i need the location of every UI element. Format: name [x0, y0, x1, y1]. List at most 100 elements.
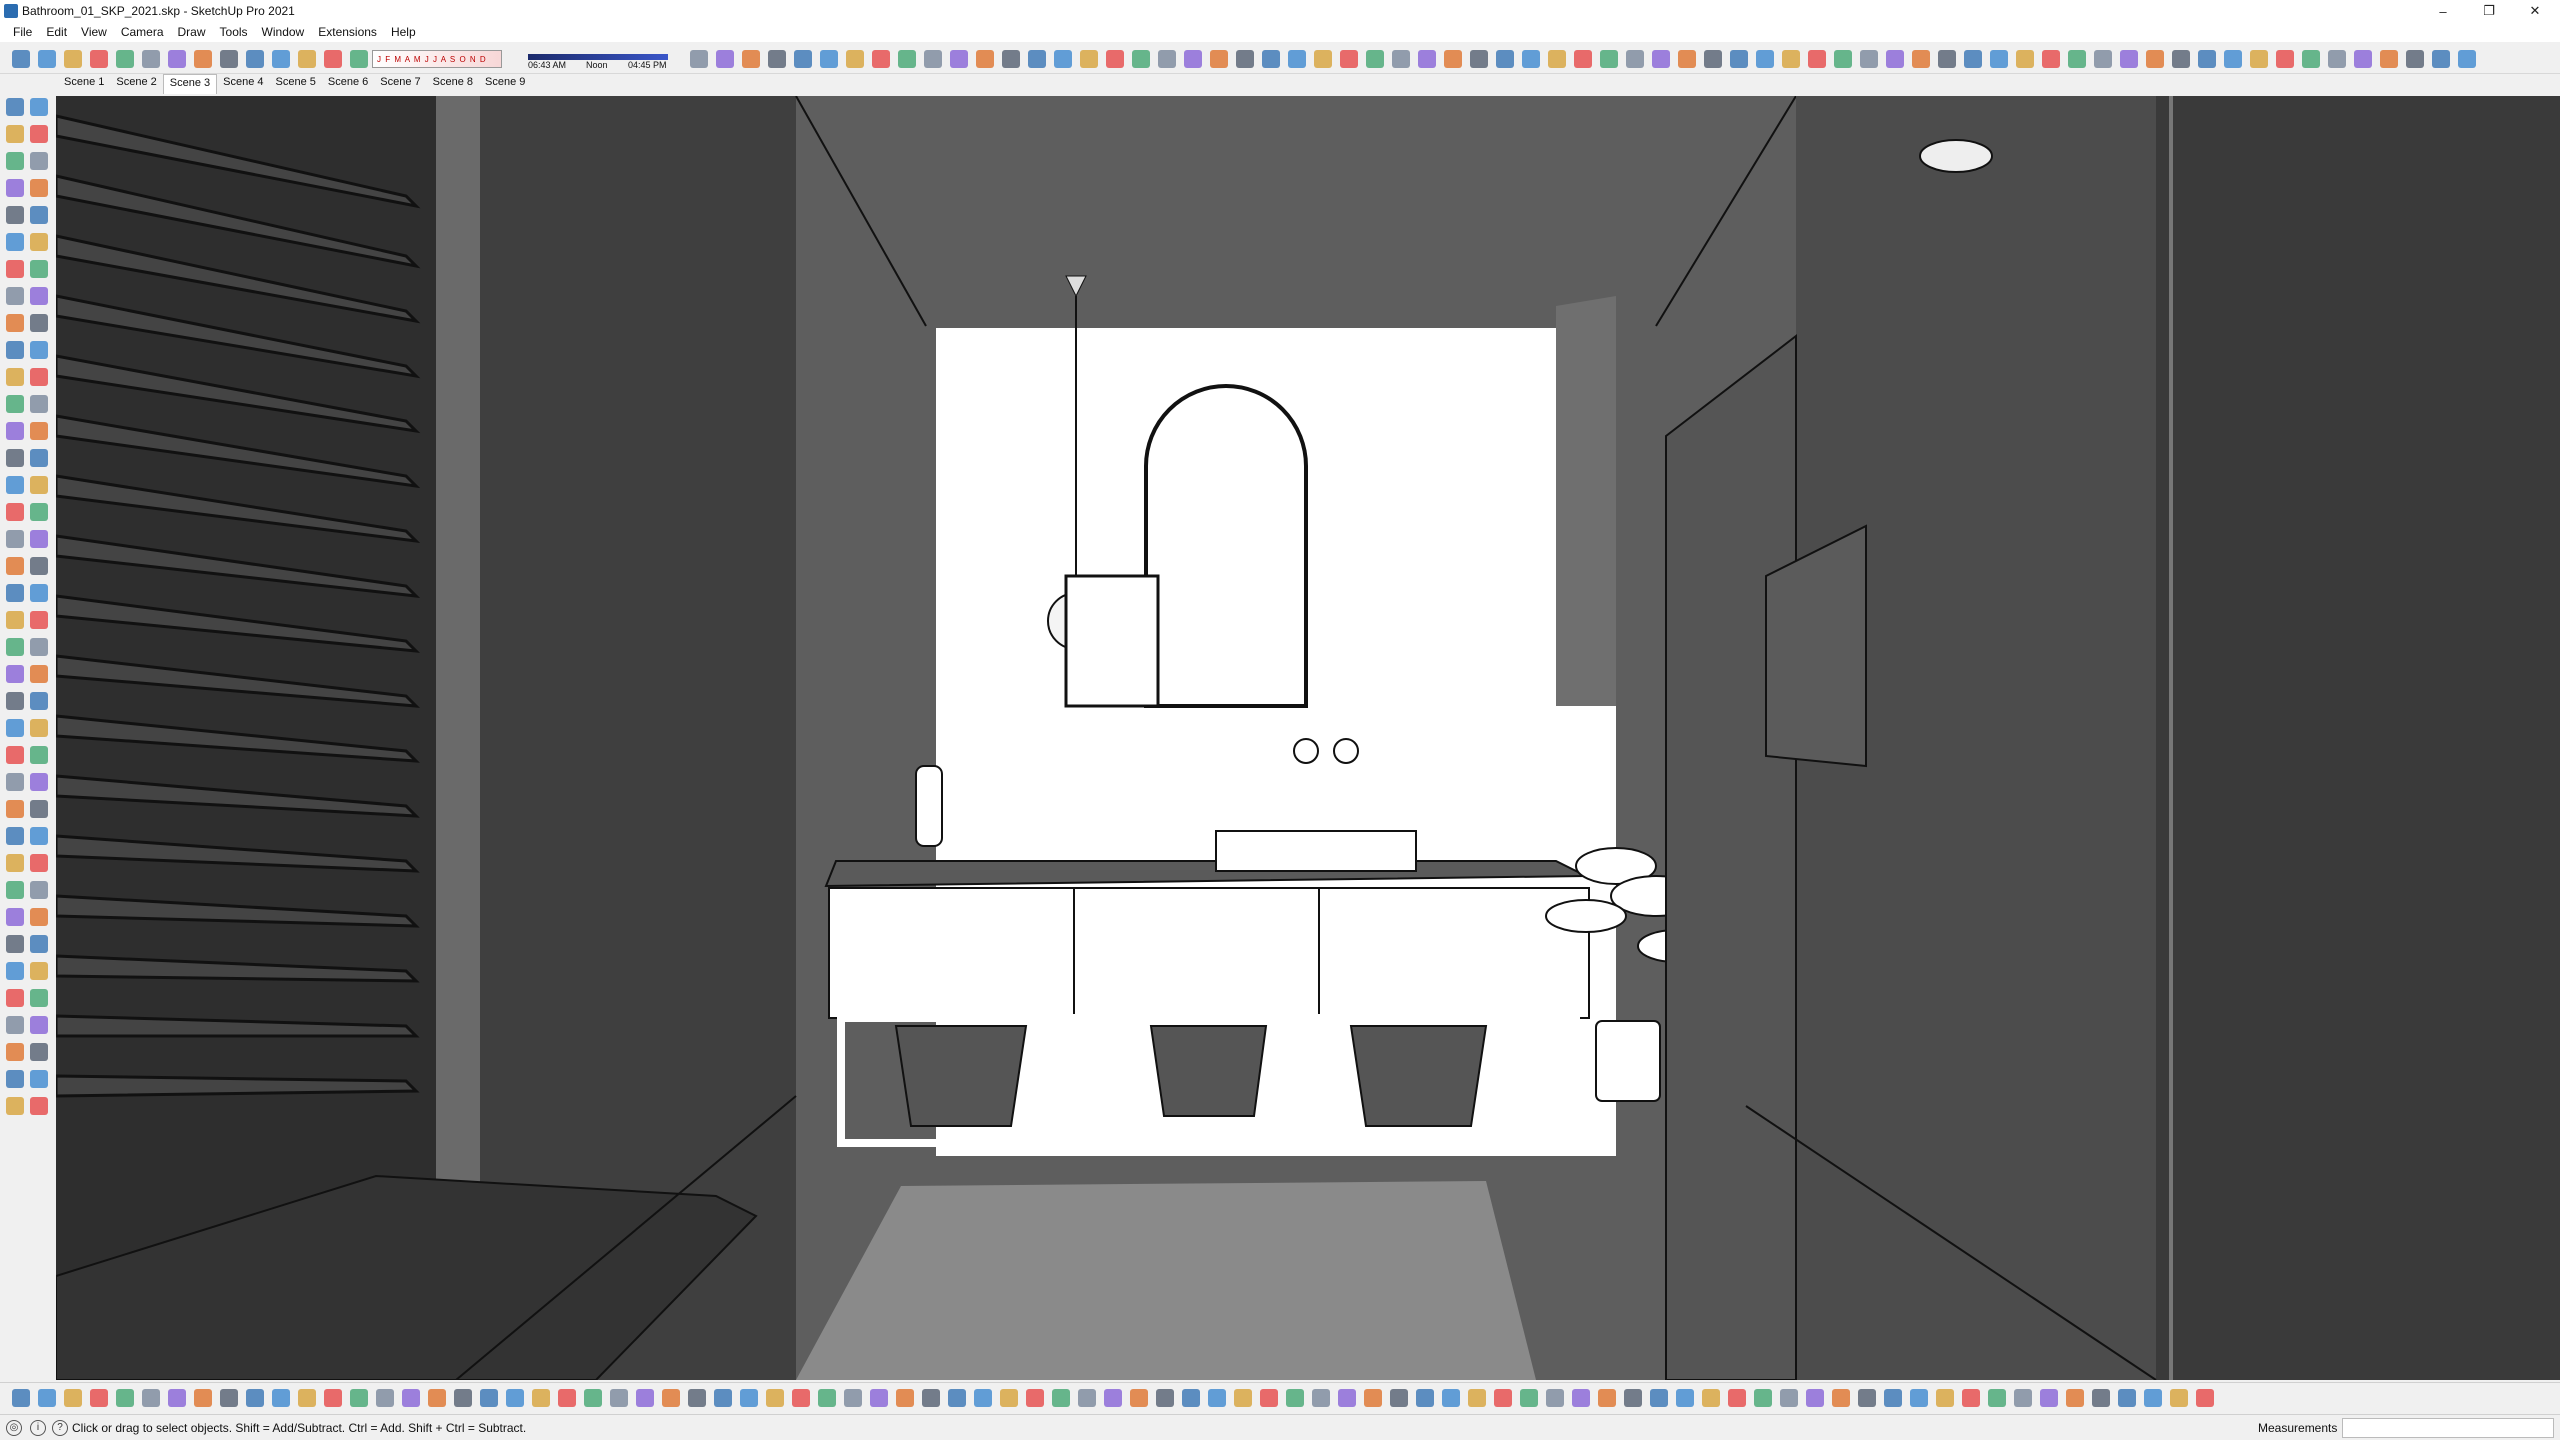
tool-icon[interactable] — [30, 935, 48, 953]
tool-icon[interactable] — [1182, 1389, 1200, 1407]
tool-icon[interactable] — [30, 341, 48, 359]
tool-icon[interactable] — [1806, 1389, 1824, 1407]
menu-help[interactable]: Help — [384, 25, 423, 39]
tool-icon[interactable] — [1000, 1389, 1018, 1407]
tool-icon[interactable] — [844, 1389, 862, 1407]
tool-icon[interactable] — [298, 1389, 316, 1407]
tool-icon[interactable] — [324, 50, 342, 68]
tool-icon[interactable] — [662, 1389, 680, 1407]
tool-icon[interactable] — [6, 908, 24, 926]
tool-icon[interactable] — [1520, 1389, 1538, 1407]
tool-icon[interactable] — [30, 746, 48, 764]
tool-icon[interactable] — [1910, 1389, 1928, 1407]
tool-icon[interactable] — [350, 50, 368, 68]
menu-edit[interactable]: Edit — [39, 25, 74, 39]
tool-icon[interactable] — [480, 1389, 498, 1407]
tool-icon[interactable] — [272, 50, 290, 68]
tool-icon[interactable] — [6, 368, 24, 386]
tool-icon[interactable] — [1754, 1389, 1772, 1407]
tool-icon[interactable] — [742, 50, 760, 68]
tool-icon[interactable] — [584, 1389, 602, 1407]
tool-icon[interactable] — [454, 1389, 472, 1407]
tool-icon[interactable] — [2250, 50, 2268, 68]
tool-icon[interactable] — [1624, 1389, 1642, 1407]
tool-icon[interactable] — [6, 773, 24, 791]
tool-icon[interactable] — [6, 287, 24, 305]
tool-icon[interactable] — [1962, 1389, 1980, 1407]
tool-icon[interactable] — [30, 638, 48, 656]
tool-icon[interactable] — [1080, 50, 1098, 68]
tool-icon[interactable] — [30, 854, 48, 872]
help-icon[interactable]: ? — [52, 1420, 68, 1436]
tool-icon[interactable] — [1884, 1389, 1902, 1407]
tool-icon[interactable] — [2146, 50, 2164, 68]
tool-icon[interactable] — [6, 962, 24, 980]
tool-icon[interactable] — [792, 1389, 810, 1407]
tool-icon[interactable] — [428, 1389, 446, 1407]
tool-icon[interactable] — [6, 395, 24, 413]
tool-icon[interactable] — [1860, 50, 1878, 68]
tool-icon[interactable] — [1780, 1389, 1798, 1407]
tool-icon[interactable] — [974, 1389, 992, 1407]
tool-icon[interactable] — [64, 1389, 82, 1407]
tool-icon[interactable] — [1158, 50, 1176, 68]
tool-icon[interactable] — [6, 746, 24, 764]
tool-icon[interactable] — [1676, 1389, 1694, 1407]
tool-icon[interactable] — [2120, 50, 2138, 68]
tool-icon[interactable] — [6, 1016, 24, 1034]
tool-icon[interactable] — [194, 50, 212, 68]
tool-icon[interactable] — [1886, 50, 1904, 68]
tool-icon[interactable] — [6, 476, 24, 494]
tool-icon[interactable] — [1366, 50, 1384, 68]
tool-icon[interactable] — [1338, 1389, 1356, 1407]
tool-icon[interactable] — [64, 50, 82, 68]
tool-icon[interactable] — [2014, 1389, 2032, 1407]
scene-tab-2[interactable]: Scene 2 — [110, 74, 162, 94]
tool-icon[interactable] — [142, 1389, 160, 1407]
tool-icon[interactable] — [30, 152, 48, 170]
tool-icon[interactable] — [1936, 1389, 1954, 1407]
credits-info-icon[interactable]: i — [30, 1420, 46, 1436]
menu-file[interactable]: File — [6, 25, 39, 39]
tool-icon[interactable] — [30, 989, 48, 1007]
menu-tools[interactable]: Tools — [213, 25, 255, 39]
tool-icon[interactable] — [1184, 50, 1202, 68]
tool-icon[interactable] — [116, 1389, 134, 1407]
tool-icon[interactable] — [1002, 50, 1020, 68]
tool-icon[interactable] — [6, 503, 24, 521]
tool-icon[interactable] — [1650, 1389, 1668, 1407]
tool-icon[interactable] — [1496, 50, 1514, 68]
tool-icon[interactable] — [2354, 50, 2372, 68]
tool-icon[interactable] — [6, 935, 24, 953]
tool-icon[interactable] — [30, 395, 48, 413]
shadow-month-slider[interactable]: J F M A M J J A S O N D — [372, 50, 502, 68]
tool-icon[interactable] — [6, 233, 24, 251]
tool-icon[interactable] — [1728, 1389, 1746, 1407]
tool-icon[interactable] — [376, 1389, 394, 1407]
tool-icon[interactable] — [6, 422, 24, 440]
tool-icon[interactable] — [1288, 50, 1306, 68]
tool-icon[interactable] — [794, 50, 812, 68]
tool-icon[interactable] — [1574, 50, 1592, 68]
tool-icon[interactable] — [38, 1389, 56, 1407]
tool-icon[interactable] — [2196, 1389, 2214, 1407]
tool-icon[interactable] — [30, 530, 48, 548]
tool-icon[interactable] — [30, 962, 48, 980]
tool-icon[interactable] — [168, 1389, 186, 1407]
tool-icon[interactable] — [2042, 50, 2060, 68]
tool-icon[interactable] — [948, 1389, 966, 1407]
tool-icon[interactable] — [220, 50, 238, 68]
tool-icon[interactable] — [30, 503, 48, 521]
tool-icon[interactable] — [1418, 50, 1436, 68]
tool-icon[interactable] — [30, 665, 48, 683]
tool-icon[interactable] — [30, 206, 48, 224]
tool-icon[interactable] — [1104, 1389, 1122, 1407]
menu-camera[interactable]: Camera — [114, 25, 171, 39]
tool-icon[interactable] — [30, 314, 48, 332]
tool-icon[interactable] — [1598, 1389, 1616, 1407]
tool-icon[interactable] — [30, 1097, 48, 1115]
tool-icon[interactable] — [1756, 50, 1774, 68]
tool-icon[interactable] — [2144, 1389, 2162, 1407]
scene-tab-9[interactable]: Scene 9 — [479, 74, 531, 94]
tool-icon[interactable] — [506, 1389, 524, 1407]
